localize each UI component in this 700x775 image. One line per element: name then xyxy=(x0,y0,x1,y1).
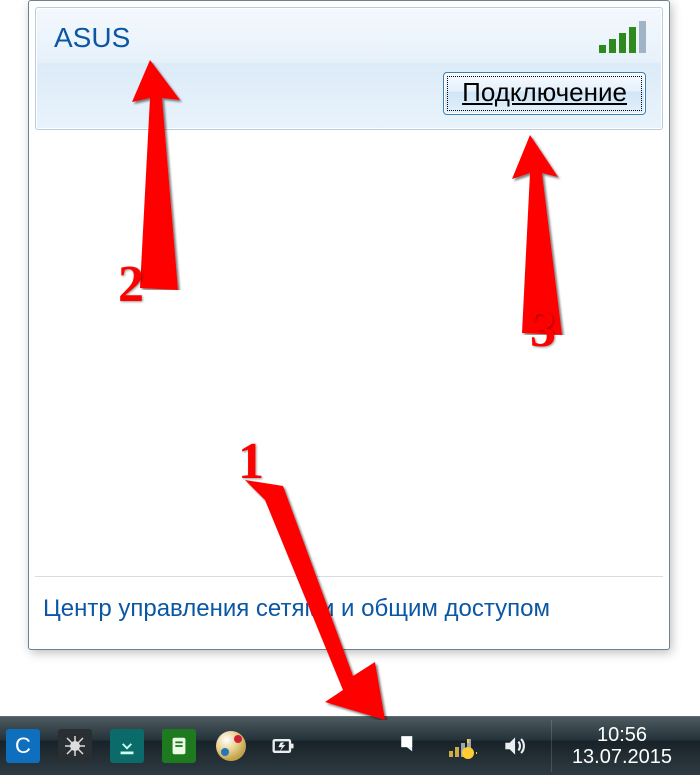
taskbar-pinned-app[interactable] xyxy=(214,729,248,763)
taskbar-pinned-app[interactable] xyxy=(58,729,92,763)
clock-date: 13.07.2015 xyxy=(562,746,682,768)
spider-icon xyxy=(63,734,87,758)
taskbar: C xyxy=(0,716,700,775)
taskbar-pinned-app[interactable] xyxy=(110,729,144,763)
wifi-network-item[interactable]: ASUS Подключение xyxy=(35,7,663,130)
connect-button[interactable]: Подключение xyxy=(443,72,646,115)
wifi-networks-panel: ASUS Подключение Центр управления сетями… xyxy=(28,0,670,650)
wifi-signal-icon xyxy=(599,23,646,53)
tray-action-center-icon[interactable] xyxy=(395,731,425,761)
taskbar-pinned-app[interactable] xyxy=(162,729,196,763)
clock-time: 10:56 xyxy=(562,724,682,746)
connect-button-label: Подключение xyxy=(462,77,627,107)
paint-icon xyxy=(216,731,246,761)
tray-network-icon[interactable] xyxy=(447,731,477,761)
doc-icon xyxy=(168,735,190,757)
download-icon xyxy=(116,735,138,757)
network-center-link[interactable]: Центр управления сетями и общим доступом xyxy=(43,595,550,622)
tray-volume-icon[interactable] xyxy=(499,731,529,761)
wifi-network-name: ASUS xyxy=(54,22,130,54)
battery-charging-icon xyxy=(269,732,297,760)
taskbar-pinned-app[interactable] xyxy=(266,729,300,763)
taskbar-pinned-app[interactable]: C xyxy=(6,729,40,763)
taskbar-clock[interactable]: 10:56 13.07.2015 xyxy=(551,720,692,772)
